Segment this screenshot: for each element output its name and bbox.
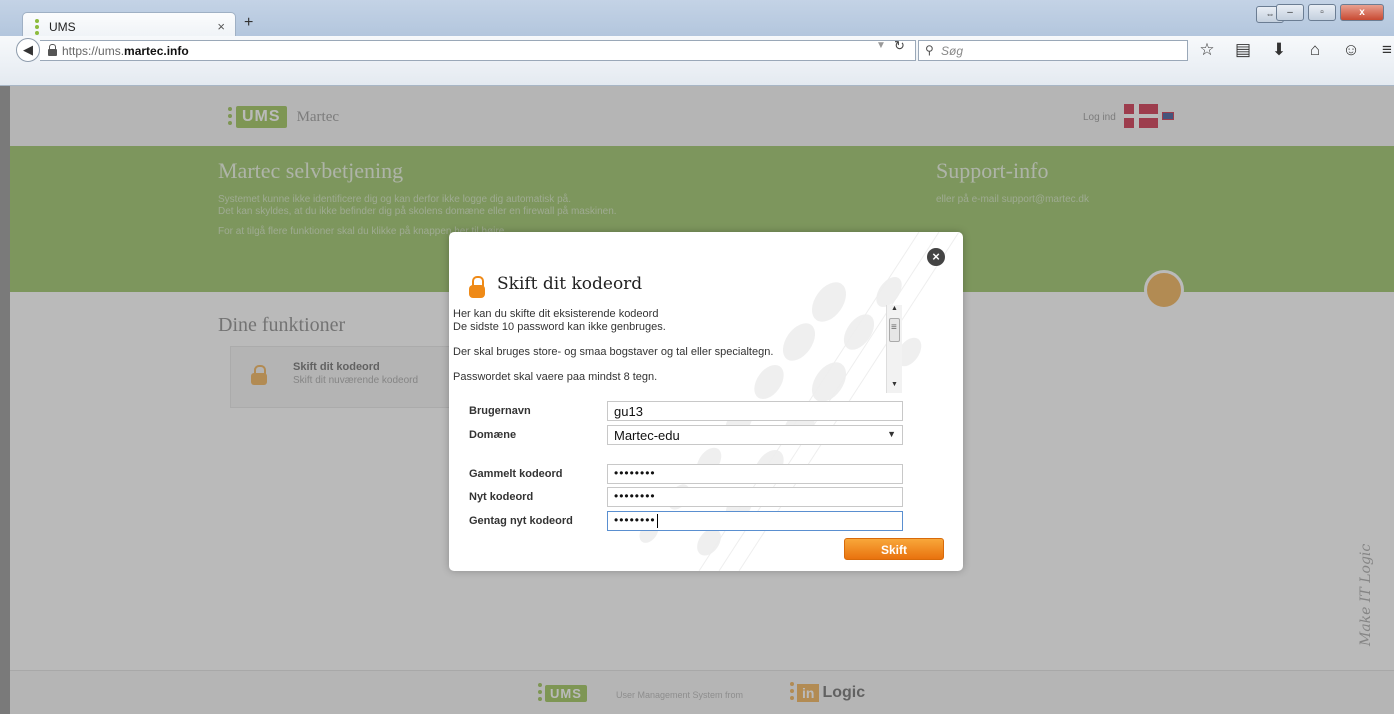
old-password-input[interactable]: ••••••••	[607, 464, 903, 484]
info-line: Her kan du skifte dit eksisterende kodeo…	[453, 308, 659, 320]
info-line: Der skal bruges store- og smaa bogstaver…	[453, 346, 774, 358]
browser-navbar: ◀ https://ums.martec.info ▼ ↻ ⚲ Søg ☆ ▤ …	[0, 36, 1394, 86]
new-tab-button[interactable]: +	[244, 14, 253, 32]
repeat-password-label: Gentag nyt kodeord	[469, 515, 573, 527]
maximize-button[interactable]: ▫	[1308, 4, 1336, 21]
tab-close-icon[interactable]: ×	[217, 19, 225, 34]
scroll-down-icon[interactable]: ▼	[891, 381, 898, 388]
url-dropdown-icon[interactable]: ▼	[876, 40, 886, 51]
repeat-password-input[interactable]: ••••••••	[607, 511, 903, 531]
scroll-thumb[interactable]	[889, 318, 900, 342]
window-left-edge	[0, 86, 10, 714]
window-controls: – ▫ x	[1276, 4, 1384, 21]
new-password-input[interactable]: ••••••••	[607, 487, 903, 507]
home-icon[interactable]: ⌂	[1304, 40, 1326, 60]
domain-label: Domæne	[469, 429, 517, 441]
info-line: De sidste 10 password kan ikke genbruges…	[453, 321, 666, 333]
text-caret	[656, 513, 658, 528]
chat-icon[interactable]: ☺	[1340, 40, 1362, 60]
change-password-modal: × Skift dit kodeord Her kan du skifte di…	[449, 232, 963, 571]
download-icon[interactable]: ⬇	[1268, 40, 1290, 60]
close-icon[interactable]: ×	[927, 248, 945, 266]
url-text[interactable]: https://ums.martec.info	[62, 44, 189, 58]
reload-icon[interactable]: ↻	[894, 38, 905, 54]
browser-titlebar: UMS × + ⇔ – ▫ x	[0, 0, 1394, 40]
search-bar[interactable]: ⚲ Søg	[918, 40, 1188, 61]
close-window-button[interactable]: x	[1340, 4, 1384, 21]
lock-icon	[469, 276, 485, 298]
submit-button[interactable]: Skift	[844, 538, 944, 560]
bookmark-star-icon[interactable]: ☆	[1196, 40, 1218, 60]
domain-value: Martec-edu	[614, 428, 680, 443]
browser-toolbar: ☆ ▤ ⬇ ⌂ ☺ ≡	[1196, 40, 1394, 60]
search-icon: ⚲	[925, 43, 934, 57]
search-input[interactable]: Søg	[941, 44, 963, 58]
reading-list-icon[interactable]: ▤	[1232, 40, 1254, 60]
lock-icon	[48, 44, 57, 56]
username-input[interactable]: gu13	[607, 401, 903, 421]
info-line: Passwordet skal vaere paa mindst 8 tegn.	[453, 371, 658, 383]
chevron-down-icon: ▼	[887, 429, 896, 439]
info-scrollbar[interactable]: ▲ ▼	[886, 305, 902, 393]
minimize-button[interactable]: –	[1276, 4, 1304, 21]
back-arrow-icon[interactable]: ◀	[16, 38, 40, 62]
modal-title: Skift dit kodeord	[497, 274, 643, 294]
tab-title: UMS	[49, 20, 76, 34]
scroll-up-icon[interactable]: ▲	[891, 305, 898, 312]
domain-select[interactable]: Martec-edu ▼	[607, 425, 903, 445]
old-password-label: Gammelt kodeord	[469, 468, 563, 480]
ums-favicon-icon	[35, 19, 39, 35]
info-text-box[interactable]: Her kan du skifte dit eksisterende kodeo…	[453, 308, 889, 390]
new-password-label: Nyt kodeord	[469, 491, 534, 503]
menu-icon[interactable]: ≡	[1376, 40, 1394, 60]
username-label: Brugernavn	[469, 405, 531, 417]
url-bar[interactable]: https://ums.martec.info	[40, 40, 916, 61]
